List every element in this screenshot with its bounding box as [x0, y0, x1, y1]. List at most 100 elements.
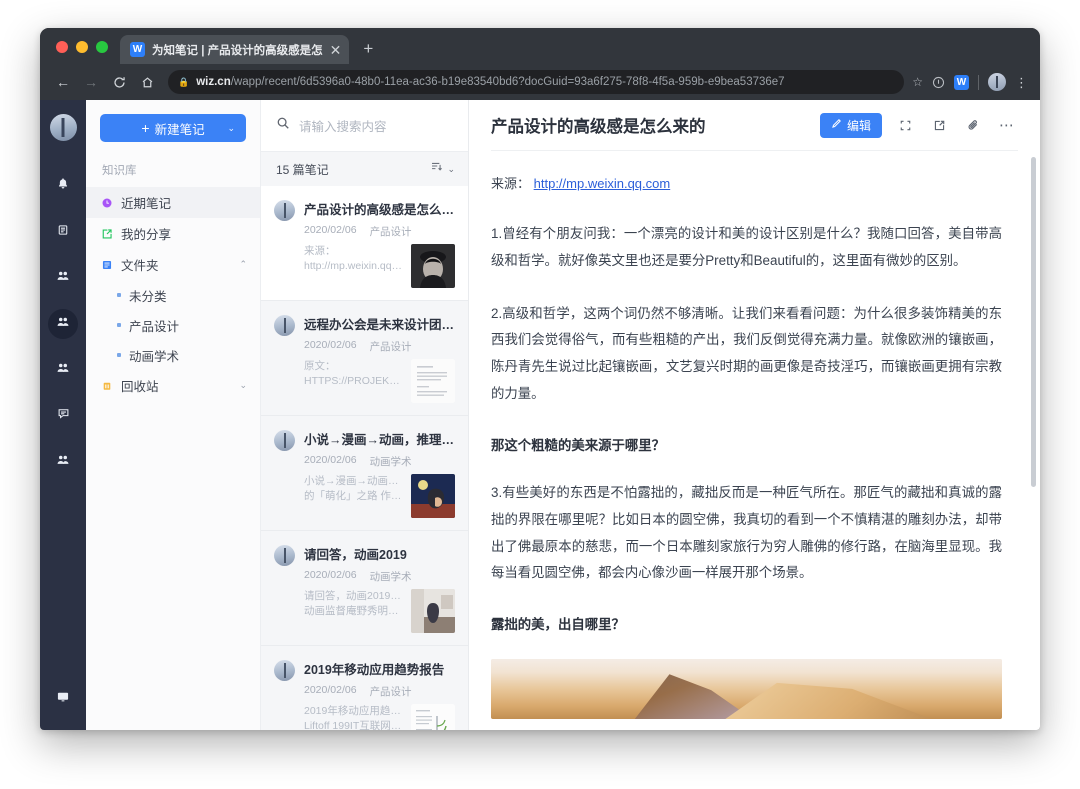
- tab-close-icon[interactable]: ✕: [330, 43, 342, 57]
- note-title: 产品设计的高级感是怎么来的: [304, 203, 455, 217]
- rail-item-notifications[interactable]: [48, 171, 78, 201]
- document-content[interactable]: 来源： http://mp.weixin.qq.com 1.曾经有个朋友问我：一…: [469, 151, 1040, 730]
- chevron-up-icon[interactable]: ⌃: [239, 259, 247, 270]
- avatar: [274, 200, 295, 221]
- chevron-down-icon[interactable]: ⌄: [227, 123, 235, 134]
- wiz-favicon: W: [130, 42, 145, 57]
- sidebar-item-my-shares[interactable]: 我的分享: [86, 218, 260, 249]
- note-snippet-line: 的「萌化」之路 作者/ 等待...: [304, 490, 403, 503]
- note-folder: 产品设计: [369, 226, 412, 238]
- note-folder: 产品设计: [369, 341, 412, 353]
- note-thumbnail: [411, 244, 455, 288]
- search-input[interactable]: 请输入搜索内容: [299, 116, 387, 135]
- document-image: [491, 659, 1002, 720]
- rail-item-documents[interactable]: [48, 217, 78, 247]
- list-item[interactable]: 远程办公会是未来设计团队的大趋... 2020/02/06 产品设计 原文： H…: [261, 301, 468, 416]
- back-icon[interactable]: ←: [50, 69, 76, 95]
- rail-item-messages[interactable]: [48, 401, 78, 431]
- more-icon[interactable]: ⋯: [996, 114, 1018, 136]
- rail-item-group-1[interactable]: [48, 263, 78, 293]
- note-meta: 2020/02/06 产品设计: [304, 684, 455, 699]
- rail-item-group-3[interactable]: [48, 355, 78, 385]
- home-icon[interactable]: [134, 69, 160, 95]
- close-window-button[interactable]: [56, 41, 68, 53]
- search-bar[interactable]: 请输入搜索内容: [261, 100, 468, 152]
- edit-button[interactable]: 编辑: [819, 112, 882, 138]
- note-list-scroll[interactable]: 产品设计的高级感是怎么来的 2020/02/06 产品设计 来源： http:/…: [261, 186, 468, 730]
- note-count-label: 15 篇笔记: [276, 162, 329, 177]
- info-circle-icon[interactable]: [932, 76, 945, 89]
- source-link[interactable]: http://mp.weixin.qq.com: [534, 176, 671, 191]
- note-content: 小说→漫画→动画，推理作品的「萌... 2020/02/06 动画学术 小说→漫…: [304, 429, 455, 518]
- window-controls[interactable]: [52, 41, 120, 64]
- note-meta: 2020/02/06 产品设计: [304, 224, 455, 239]
- external-link-icon[interactable]: [928, 114, 950, 136]
- list-item[interactable]: 2019年移动应用趋势报告 2020/02/06 产品设计 2019年移动应用趋…: [261, 646, 468, 730]
- browser-window: W 为知笔记 | 产品设计的高级感是怎 ✕ + ← → 🔒 wiz.cn/wap…: [40, 28, 1040, 730]
- note-snippet: 原文： HTTPS://PROJEKT202.COM...: [304, 359, 403, 389]
- sidebar-subitem-animation-studies[interactable]: 动画学术: [86, 340, 260, 370]
- note-snippet: 来源： http://mp.weixin.qq.com 1...: [304, 244, 403, 274]
- bell-icon: [56, 177, 70, 196]
- note-folder: 动画学术: [369, 571, 412, 583]
- rail-item-group-2[interactable]: [48, 309, 78, 339]
- kebab-menu-icon[interactable]: ⋮: [1015, 76, 1028, 89]
- group-icon: [56, 361, 70, 380]
- rail-bottom-section: [40, 684, 86, 714]
- minimize-window-button[interactable]: [76, 41, 88, 53]
- star-icon[interactable]: ☆: [912, 75, 923, 89]
- bullet-icon: [117, 323, 121, 327]
- paragraph-3: 3.有些美好的东西是不怕露拙的，藏拙反而是一种匠气所在。那匠气的藏拙和真诚的露拙…: [491, 484, 1002, 581]
- browser-toolbar: ☆ W ⋮: [912, 73, 1030, 91]
- rail-item-group-4[interactable]: [48, 447, 78, 477]
- note-date: 2020/02/06: [304, 339, 357, 351]
- list-item[interactable]: 请回答，动画2019 2020/02/06 动画学术 请回答，动画2019 日本…: [261, 531, 468, 646]
- note-snippet: 2019年移动应用趋势报告 Liftoff 199IT互联网数据中心...: [304, 704, 403, 730]
- note-thumbnail: [411, 704, 455, 730]
- sort-control[interactable]: ⌄: [430, 160, 455, 178]
- browser-tab[interactable]: W 为知笔记 | 产品设计的高级感是怎 ✕: [120, 35, 350, 64]
- note-content: 2019年移动应用趋势报告 2020/02/06 产品设计 2019年移动应用趋…: [304, 659, 455, 730]
- note-thumbnail: [411, 359, 455, 403]
- chevron-down-icon[interactable]: ⌄: [447, 164, 455, 175]
- forward-icon[interactable]: →: [78, 69, 104, 95]
- new-tab-button[interactable]: +: [349, 40, 383, 64]
- note-snippet-line: http://mp.weixin.qq.com 1...: [304, 260, 403, 273]
- note-title: 小说→漫画→动画，推理作品的「萌...: [304, 433, 455, 447]
- document-scrollbar[interactable]: [1031, 157, 1036, 487]
- sidebar-item-label: 回收站: [121, 380, 159, 394]
- sidebar-subitem-uncategorized[interactable]: 未分类: [86, 280, 260, 310]
- heading-2: 露拙的美，出自哪里？: [491, 617, 625, 633]
- note-meta: 2020/02/06 动画学术: [304, 454, 455, 469]
- attachment-icon[interactable]: [962, 114, 984, 136]
- profile-avatar-icon[interactable]: [988, 73, 1006, 91]
- sidebar-item-folders[interactable]: 文件夹 ⌃: [86, 249, 260, 280]
- list-item[interactable]: 小说→漫画→动画，推理作品的「萌... 2020/02/06 动画学术 小说→漫…: [261, 416, 468, 531]
- maximize-window-button[interactable]: [96, 41, 108, 53]
- sidebar-item-recent-notes[interactable]: 近期笔记: [86, 187, 260, 218]
- rail-item-desktop[interactable]: [48, 684, 78, 714]
- document-header: 产品设计的高级感是怎么来的 编辑 ⋯: [469, 100, 1040, 150]
- bullet-icon: [117, 353, 121, 357]
- reload-icon[interactable]: [106, 69, 132, 95]
- list-item[interactable]: 产品设计的高级感是怎么来的 2020/02/06 产品设计 来源： http:/…: [261, 186, 468, 301]
- chevron-down-icon[interactable]: ⌄: [239, 380, 247, 391]
- wiz-extension-icon[interactable]: W: [954, 74, 969, 90]
- sidebar-item-trash[interactable]: 回收站 ⌄: [86, 370, 260, 401]
- rock-formation-photo: [491, 659, 1002, 720]
- source-label: 来源：: [491, 176, 531, 191]
- tab-title: 为知笔记 | 产品设计的高级感是怎: [152, 44, 323, 57]
- note-meta: 2020/02/06 产品设计: [304, 339, 455, 354]
- folder-icon: [100, 258, 113, 271]
- note-title: 远程办公会是未来设计团队的大趋...: [304, 318, 455, 332]
- note-body: 原文： HTTPS://PROJEKT202.COM...: [304, 359, 455, 403]
- note-thumbnail: [411, 474, 455, 518]
- sidebar-subitem-product-design[interactable]: 产品设计: [86, 310, 260, 340]
- app-viewport: + 新建笔记 ⌄ 知识库 近期笔记 我的分享 文件夹 ⌃ 未分类 产品设计 动画…: [40, 100, 1040, 730]
- sidebar-item-label: 我的分享: [121, 228, 172, 242]
- fullscreen-icon[interactable]: [894, 114, 916, 136]
- address-bar[interactable]: 🔒 wiz.cn/wapp/recent/6d5396a0-48b0-11ea-…: [168, 70, 905, 94]
- document-panel: 产品设计的高级感是怎么来的 编辑 ⋯ 来源： http://mp.weixin.…: [469, 100, 1040, 730]
- new-note-button[interactable]: + 新建笔记 ⌄: [100, 114, 246, 142]
- rail-user-avatar[interactable]: [49, 114, 77, 141]
